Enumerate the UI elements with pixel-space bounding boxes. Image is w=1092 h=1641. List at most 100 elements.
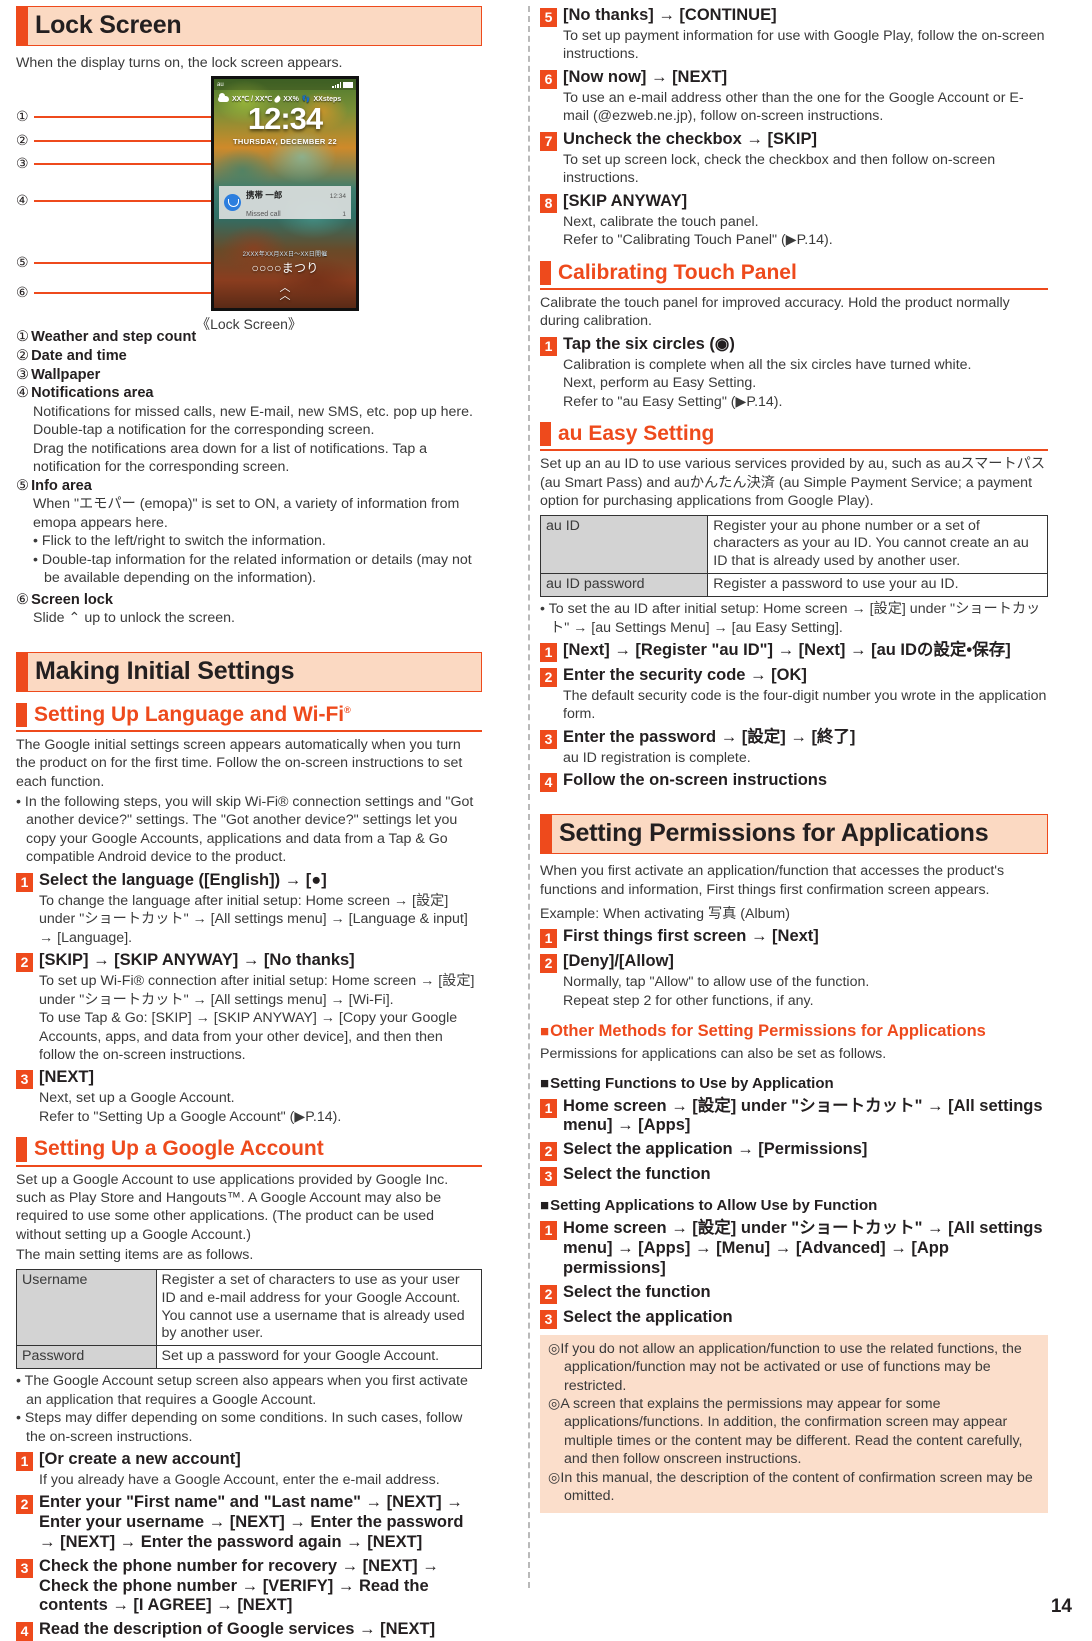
section-heading-initial-settings: Making Initial Settings — [16, 651, 482, 692]
step-badge: 1 — [540, 643, 557, 662]
step-badge: 1 — [16, 1452, 33, 1472]
step-row: 7 Uncheck the checkbox → [SKIP] — [540, 130, 1048, 151]
step-title: [NEXT] — [39, 1068, 94, 1087]
step-badge: 5 — [540, 8, 557, 27]
legend-head-4: ④ Notifications area — [16, 385, 154, 402]
step-body: To set up payment information for use wi… — [563, 28, 1045, 63]
table-value: Register a set of characters to use as y… — [155, 1268, 482, 1347]
step-badge: 6 — [540, 69, 557, 89]
callout-num-4: ④ — [16, 192, 29, 209]
google-bullets: The Google Account setup screen also app… — [16, 1372, 482, 1446]
legend-body-4: Notifications for missed calls, new E-ma… — [33, 403, 473, 476]
step-body: Calibration is complete when all the six… — [563, 356, 972, 410]
column-divider — [528, 6, 530, 1588]
permissions-example: Example: When activating 写真 (Album) — [540, 906, 790, 923]
callout-num-3: ③ — [16, 155, 29, 172]
step-body: The default security code is the four-di… — [563, 688, 1047, 723]
step-row: 4 Follow the on-screen instructions — [540, 771, 1048, 793]
step-row: 1 [Next] → [Register "au ID"] → [Next] →… — [540, 641, 1048, 662]
note-item: ◎If you do not allow an application/func… — [548, 1340, 1022, 1394]
list-item: ⑤ Info area When "エモパー (emopa)" is set to… — [16, 477, 482, 588]
step-badge: 7 — [540, 131, 557, 151]
step-row: 3 [NEXT] — [16, 1068, 482, 1090]
square-bullet-icon: ■ — [540, 1023, 551, 1041]
step-badge: 3 — [540, 729, 557, 749]
step-badge: 1 — [540, 929, 557, 949]
square-bullet-icon: ■ — [540, 1197, 551, 1215]
notification-meta: 12:34 1 — [330, 185, 346, 221]
au-intro: Set up an au ID to use various services … — [540, 456, 1046, 510]
missed-call-icon — [224, 194, 241, 212]
step-row: 3 Enter the password → [設定] → [終了] — [540, 728, 1048, 749]
phone-device: au XX℃ / XX℃ XX% 👣 XXsteps 12:34 THURSDA… — [211, 76, 359, 312]
callout-line-5 — [34, 261, 211, 264]
step-badge: 1 — [540, 1098, 557, 1118]
step-title: [SKIP ANYWAY] — [563, 191, 688, 210]
unlock-chevron-icon[interactable]: ︿ ︿ — [214, 283, 356, 302]
step-badge: 2 — [540, 1142, 557, 1162]
au-bullets: To set the au ID after initial setup: Ho… — [540, 600, 1048, 637]
table-row: au ID Register your au phone number or a… — [539, 514, 1048, 575]
step-row: 1 [Or create a new account] — [16, 1450, 482, 1472]
lock-date: THURSDAY, DECEMBER 22 — [233, 137, 337, 147]
step-title: Read the description of Google services … — [39, 1620, 436, 1639]
step-title: Check the phone number for recovery → [N… — [39, 1556, 439, 1615]
step-row: 1 Home screen → [設定] under "ショートカット" → [… — [540, 1097, 1048, 1137]
step-badge: 1 — [16, 872, 33, 892]
legend-head-5: ⑤ Info area — [16, 477, 92, 494]
step-title: Select the application — [563, 1307, 733, 1326]
callout-num-5: ⑤ — [16, 254, 29, 271]
subsection-google-account: Setting Up a Google Account — [16, 1136, 482, 1167]
step-body: Normally, tap "Allow" to allow use of th… — [563, 974, 870, 1009]
note-marker-icon: ◎ — [548, 1340, 561, 1357]
legend-body-6: Slide ⌃ up to unlock the screen. — [33, 610, 235, 627]
section-heading-lock-screen: Lock Screen — [16, 6, 482, 46]
step-row: 2 Select the function — [540, 1283, 1048, 1304]
callout-line-3 — [34, 162, 211, 165]
callout-line-1 — [34, 115, 211, 118]
notification-card[interactable]: 携帯 一郎 Missed call 12:34 1 — [219, 185, 351, 221]
step-title: [Now now] → [NEXT] — [563, 67, 728, 86]
step-title: Follow the on-screen instructions — [563, 771, 828, 790]
callout-num-1: ① — [16, 108, 29, 125]
step-body: Next, set up a Google Account. Refer to … — [39, 1090, 342, 1125]
battery-icon — [343, 82, 353, 89]
left-column: Lock Screen When the display turns on, t… — [16, 6, 500, 1641]
carrier-label: au — [217, 81, 224, 88]
emopa-info-area[interactable]: 2XXX年XX月XX日〜XX日開催 ○○○○まつり — [214, 249, 356, 276]
step-row: 1 Tap the six circles (◉) — [540, 335, 1048, 356]
step-body: au ID registration is complete. — [563, 749, 751, 766]
status-icons — [332, 81, 353, 89]
notification-count: 1 — [342, 210, 346, 218]
step-badge: 4 — [540, 773, 557, 793]
info-title: ○○○○まつり — [251, 261, 319, 276]
subsection-calibrating-touch-panel: Calibrating Touch Panel — [540, 260, 1048, 290]
step-body: If you already have a Google Account, en… — [39, 1472, 440, 1489]
group-heading-functions-by-app: ■Setting Functions to Use by Application — [540, 1074, 834, 1092]
step-title: Tap the six circles (◉) — [563, 334, 735, 353]
note-marker-icon: ◎ — [548, 1469, 561, 1486]
google-intro-1: Set up a Google Account to use applicati… — [16, 1171, 449, 1243]
step-row: 1 First things first screen → [Next] — [540, 927, 1048, 949]
lock-clock: 12:34 — [247, 101, 323, 137]
subsection-language-wifi: Setting Up Language and Wi-Fi® — [16, 702, 482, 732]
language-bullets: In the following steps, you will skip Wi… — [16, 793, 482, 867]
notification-name: 携帯 一郎 — [246, 189, 283, 200]
step-row: 6 [Now now] → [NEXT] — [540, 68, 1048, 89]
table-row: au ID password Register a password to us… — [539, 573, 1048, 598]
right-column: 5 [No thanks] → [CONTINUE] To set up pay… — [500, 6, 1048, 1566]
legend-head-3: ③ Wallpaper — [16, 366, 101, 383]
cloud-icon — [218, 93, 229, 103]
step-badge: 3 — [540, 1167, 557, 1187]
lock-screen-legend: ① Weather and step count ② Date and time ③… — [16, 328, 482, 628]
step-body: To set up screen lock, check the checkbo… — [563, 151, 996, 187]
step-badge: 3 — [16, 1070, 33, 1090]
manual-page: Lock Screen When the display turns on, t… — [0, 0, 1092, 1641]
callout-line-2 — [34, 139, 211, 142]
notification-text-group: 携帯 一郎 Missed call — [246, 185, 325, 221]
lock-screen-figure: ① ② ③ ④ ⑤ ⑥ au XX℃ / XX℃ XX% 👣 XXsteps 1… — [16, 76, 482, 332]
step-row: 3 Select the application — [540, 1308, 1048, 1329]
legend-body-5: When "エモパー (emopa)" is set to ON, a vari… — [16, 495, 482, 587]
section-heading-permissions: Setting Permissions for Applications — [540, 814, 1048, 855]
step-row: 3 Select the function — [540, 1165, 1048, 1187]
